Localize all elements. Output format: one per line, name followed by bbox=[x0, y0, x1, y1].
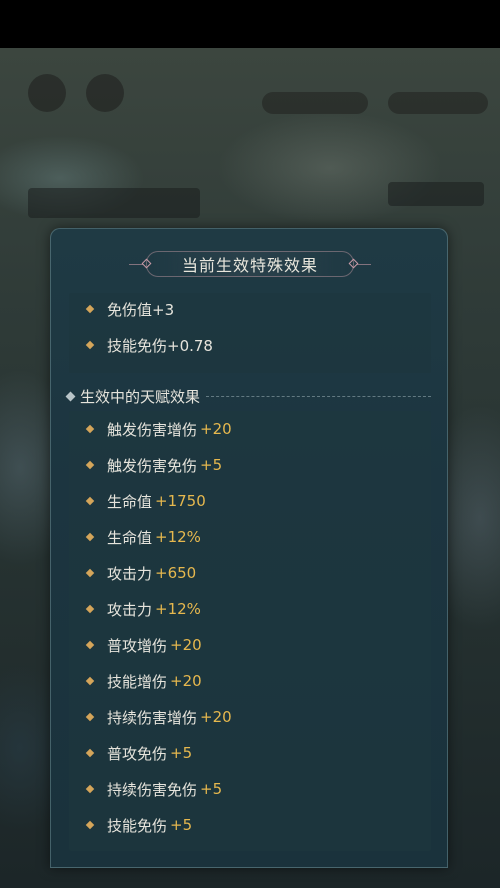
effect-name: 攻击力 bbox=[107, 600, 153, 619]
effect-value: +5 bbox=[170, 816, 193, 834]
effect-value: +20 bbox=[170, 636, 202, 654]
dotted-divider bbox=[206, 395, 431, 397]
diamond-bullet-icon bbox=[85, 340, 95, 350]
effect-value: +12% bbox=[155, 528, 201, 546]
effect-name: 持续伤害免伤 bbox=[107, 780, 198, 799]
effect-name: 普攻增伤 bbox=[107, 636, 168, 655]
effect-value: +5 bbox=[200, 456, 223, 474]
list-item: 攻击力 +12% bbox=[69, 597, 201, 621]
diamond-bullet-icon bbox=[85, 820, 95, 830]
list-item: 普攻免伤 +5 bbox=[69, 741, 192, 765]
list-item: 技能免伤 +5 bbox=[69, 813, 192, 837]
effect-text: 技能免伤+0.78 bbox=[107, 336, 213, 355]
effect-value: +12% bbox=[155, 600, 201, 618]
top-black-bar bbox=[0, 0, 500, 48]
talent-effects-list: 触发伤害增伤 +20 触发伤害免伤 +5 生命值 +1750 生命值 +12% … bbox=[69, 411, 431, 851]
diamond-bullet-icon bbox=[85, 640, 95, 650]
list-item: 普攻增伤 +20 bbox=[69, 633, 202, 657]
diamond-bullet-icon bbox=[85, 424, 95, 434]
panel-title: 当前生效特殊效果 bbox=[181, 256, 318, 275]
list-item: 生命值 +12% bbox=[69, 525, 201, 549]
effect-value: +5 bbox=[200, 780, 223, 798]
talent-section-title: 生效中的天赋效果 bbox=[80, 387, 201, 406]
diamond-bullet-icon bbox=[85, 604, 95, 614]
resource-pill bbox=[262, 92, 368, 114]
effect-value: +20 bbox=[170, 672, 202, 690]
hud-info-bar bbox=[28, 188, 200, 218]
list-item: 攻击力 +650 bbox=[69, 561, 196, 585]
diamond-bullet-icon bbox=[85, 460, 95, 470]
diamond-bullet-icon bbox=[85, 568, 95, 578]
effect-text: 免伤值+3 bbox=[107, 300, 175, 319]
diamond-bullet-icon bbox=[85, 712, 95, 722]
list-item: 触发伤害免伤 +5 bbox=[69, 453, 222, 477]
effect-value: +5 bbox=[170, 744, 193, 762]
title-plate: 当前生效特殊效果 bbox=[129, 251, 371, 277]
list-item: 持续伤害免伤 +5 bbox=[69, 777, 222, 801]
effect-name: 攻击力 bbox=[107, 564, 153, 583]
diamond-ornament-icon bbox=[141, 258, 152, 269]
special-effects-list: 免伤值+3 技能免伤+0.78 bbox=[69, 293, 431, 373]
back-button[interactable] bbox=[28, 74, 66, 112]
effect-name: 生命值 bbox=[107, 492, 153, 511]
list-item: 免伤值+3 bbox=[69, 297, 174, 321]
effect-name: 技能增伤 bbox=[107, 672, 168, 691]
help-button[interactable] bbox=[86, 74, 124, 112]
list-item: 生命值 +1750 bbox=[69, 489, 206, 513]
effect-value: +650 bbox=[155, 564, 197, 582]
list-item: 触发伤害增伤 +20 bbox=[69, 417, 232, 441]
resource-pill bbox=[388, 92, 488, 114]
talent-section-header: 生效中的天赋效果 bbox=[65, 385, 431, 407]
diamond-section-icon bbox=[65, 391, 76, 401]
effect-name: 持续伤害增伤 bbox=[107, 708, 198, 727]
diamond-bullet-icon bbox=[85, 748, 95, 758]
diamond-bullet-icon bbox=[85, 304, 95, 314]
diamond-bullet-icon bbox=[85, 784, 95, 794]
effect-name: 普攻免伤 bbox=[107, 744, 168, 763]
effect-name: 触发伤害免伤 bbox=[107, 456, 198, 475]
list-item: 技能免伤+0.78 bbox=[69, 333, 213, 357]
effect-name: 技能免伤 bbox=[107, 816, 168, 835]
special-effects-panel: 当前生效特殊效果 免伤值+3 技能免伤+0.78 生效中的天赋效果 触发伤害增伤… bbox=[50, 228, 448, 868]
list-item: 技能增伤 +20 bbox=[69, 669, 202, 693]
diamond-bullet-icon bbox=[85, 496, 95, 506]
effect-name: 触发伤害增伤 bbox=[107, 420, 198, 439]
diamond-bullet-icon bbox=[85, 676, 95, 686]
effect-value: +20 bbox=[200, 420, 232, 438]
list-item: 持续伤害增伤 +20 bbox=[69, 705, 232, 729]
effect-value: +20 bbox=[200, 708, 232, 726]
hud-button[interactable] bbox=[388, 182, 484, 206]
effect-name: 生命值 bbox=[107, 528, 153, 547]
effect-value: +1750 bbox=[155, 492, 206, 510]
diamond-bullet-icon bbox=[85, 532, 95, 542]
panel-header: 当前生效特殊效果 bbox=[51, 249, 449, 279]
